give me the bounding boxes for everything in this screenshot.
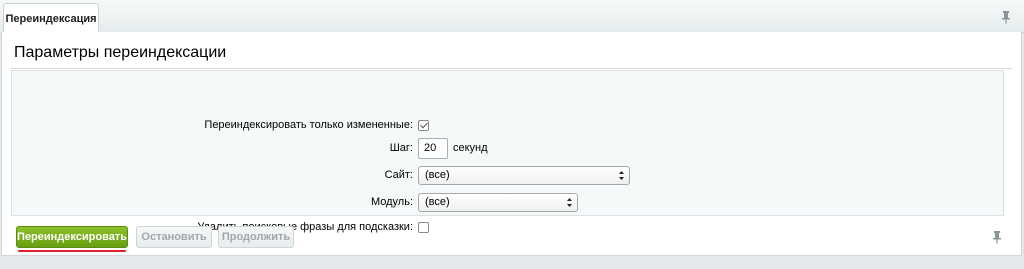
module-select-value: (все) bbox=[425, 196, 450, 208]
row-step: Шаг: 20 секунд bbox=[12, 137, 1003, 159]
tab-reindex[interactable]: Переиндексация bbox=[3, 3, 99, 33]
module-label: Модуль: bbox=[370, 196, 413, 208]
delete-phrases-checkbox[interactable] bbox=[418, 221, 429, 233]
title-divider bbox=[11, 68, 1012, 69]
pin-icon[interactable] bbox=[992, 230, 1002, 244]
site-select[interactable]: (все) bbox=[418, 165, 630, 185]
step-unit: секунд bbox=[453, 142, 488, 154]
row-module: Модуль: (все) bbox=[12, 191, 1003, 213]
form-area: Переиндексировать только измененные: Шаг… bbox=[11, 70, 1004, 233]
site-label: Сайт: bbox=[384, 169, 413, 181]
row-site: Сайт: (все) bbox=[12, 164, 1003, 186]
row-only-changed: Переиндексировать только измененные: bbox=[12, 114, 1003, 136]
stop-button[interactable]: Остановить bbox=[136, 226, 212, 248]
step-label: Шаг: bbox=[389, 142, 413, 154]
settings-panel: Параметры переиндексации Переиндексирова… bbox=[1, 32, 1022, 256]
pin-icon[interactable] bbox=[1001, 10, 1011, 24]
select-arrows-icon bbox=[567, 197, 572, 207]
tab-bar: Переиндексация bbox=[0, 0, 1024, 33]
step-input[interactable]: 20 bbox=[418, 137, 448, 159]
module-select[interactable]: (все) bbox=[418, 192, 578, 212]
site-select-value: (все) bbox=[425, 169, 450, 181]
only-changed-label: Переиндексировать только измененные: bbox=[204, 119, 413, 131]
select-arrows-icon bbox=[619, 170, 624, 180]
annotation-underline bbox=[18, 250, 126, 252]
panel-title: Параметры переиндексации bbox=[14, 44, 227, 61]
only-changed-checkbox[interactable] bbox=[418, 119, 429, 131]
continue-button[interactable]: Продолжить bbox=[218, 226, 294, 248]
reindex-button[interactable]: Переиндексировать bbox=[16, 226, 128, 248]
